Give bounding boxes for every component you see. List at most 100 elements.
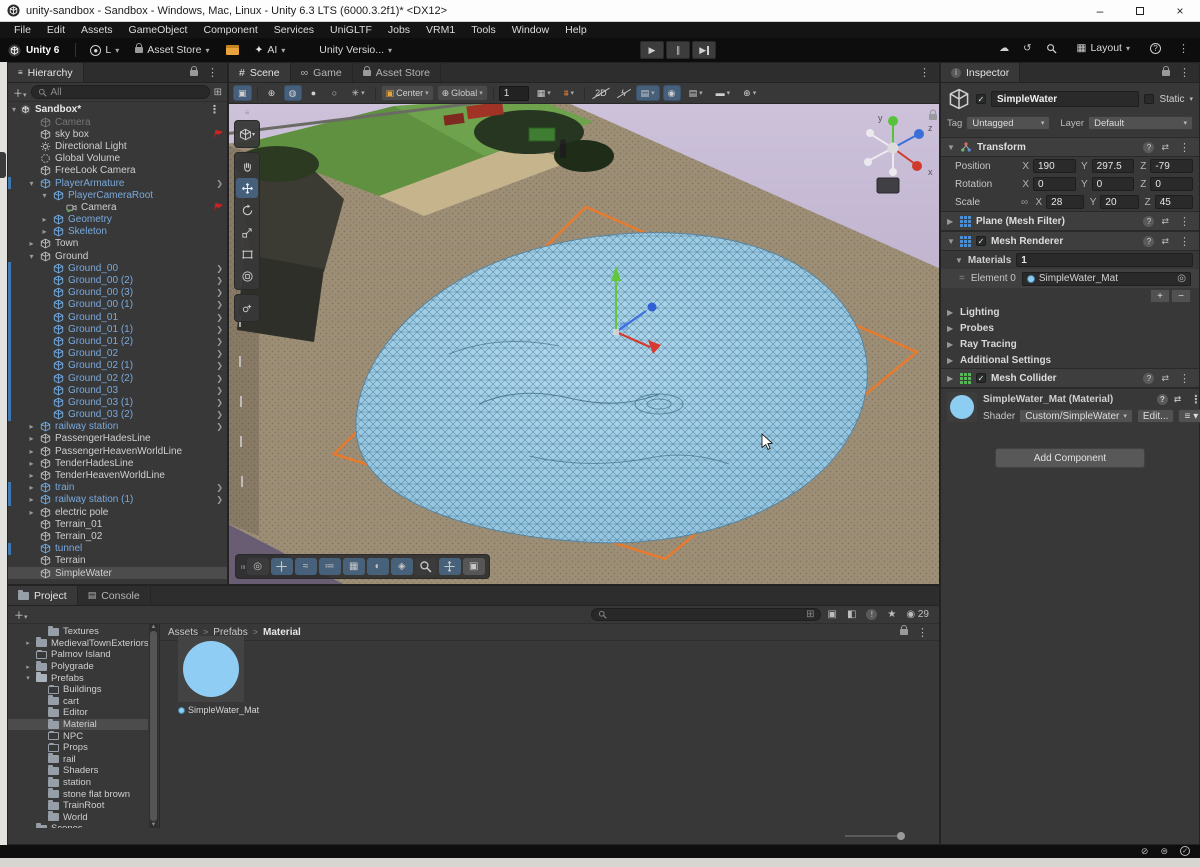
hierarchy-item-camera[interactable]: Camera [8,201,227,213]
remove-material-button[interactable]: − [1171,289,1191,303]
foldout-closed-icon[interactable]: ▸ [40,227,49,236]
inspector-lock-icon[interactable] [1162,70,1170,76]
layout-dropdown[interactable]: ▦ Layout▾ [1071,40,1136,56]
menu-window[interactable]: Window [504,24,557,36]
camera-settings-dropdown[interactable]: ▬▾ [711,85,736,101]
breadcrumb-material[interactable]: Material [263,627,301,638]
toolbar-kebab-icon[interactable]: ⋮ [1175,42,1192,55]
foldout-open-icon[interactable]: ▾ [40,191,49,200]
hierarchy-item-ground-01[interactable]: Ground_01❯ [8,311,227,323]
help-icon[interactable]: ? [1157,394,1168,405]
mesh-collider-header[interactable]: ▶ ✓ Mesh Collider ?⇄⋮ [941,368,1199,388]
tab-project[interactable]: Project [8,586,78,605]
foldout-closed-icon[interactable]: ▸ [27,434,36,443]
active-checkbox[interactable]: ✓ [976,94,986,104]
scale-z-field[interactable]: 45 [1155,195,1193,209]
help-icon[interactable]: ? [1143,142,1154,153]
project-folder-props[interactable]: Props [8,742,148,754]
thumbnail-zoom-slider[interactable] [845,832,905,840]
asset-item-simplewater-mat[interactable]: SimpleWater_Mat [178,636,244,715]
material-kebab-icon[interactable]: ⋮ [1187,393,1200,406]
hierarchy-item-ground[interactable]: ▾Ground [8,250,227,262]
shader-list-dropdown[interactable]: ≡▾ [1178,409,1200,423]
mesh-collider-checkbox[interactable]: ✓ [976,373,986,383]
hierarchy-item-electric-pole[interactable]: ▸electric pole [8,506,227,518]
prefab-open-chevron-icon[interactable]: ❯ [216,276,223,285]
project-folder-station[interactable]: station [8,777,148,789]
hierarchy-item-tenderhadesline[interactable]: ▸TenderHadesLine [8,457,227,469]
menu-unigltf[interactable]: UniGLTF [322,24,380,36]
hand-tool[interactable] [236,156,258,176]
static-checkbox[interactable] [1144,94,1154,104]
lock-icon[interactable] [190,70,198,76]
hierarchy-item-terrain-01[interactable]: Terrain_01 [8,518,227,530]
help-icon[interactable]: ? [1143,216,1154,227]
foldout-closed-icon[interactable]: ▸ [27,483,36,492]
hierarchy-item-railway-station[interactable]: ▸railway station❯ [8,421,227,433]
tab-asset-store[interactable]: Asset Store [353,63,441,82]
foldout-open-icon[interactable]: ▾ [27,179,36,188]
link-scale-icon[interactable]: ∞ [1021,197,1028,208]
step-button[interactable]: ▶ [692,41,716,59]
snap-settings-dropdown[interactable]: ⩩▾ [559,85,579,101]
hierarchy-item-passengerheavenworldline[interactable]: ▸PassengerHeavenWorldLine [8,445,227,457]
add-component-button[interactable]: Add Component [995,448,1145,468]
foldout-closed-icon[interactable]: ▸ [27,459,36,468]
shader-dropdown[interactable]: Custom/SimpleWater▾ [1019,409,1133,423]
hierarchy-item-ground-00[interactable]: Ground_00❯ [8,262,227,274]
component-kebab-icon[interactable]: ⋮ [1176,141,1193,154]
toggle-2d-button[interactable]: 2D [590,85,612,101]
console-muted-icon[interactable]: ⊜ [1160,846,1168,857]
scale-tool[interactable] [236,222,258,242]
foldout-closed-icon[interactable]: ▸ [27,239,36,248]
project-kebab-icon[interactable]: ⋮ [914,626,931,639]
project-folder-shaders[interactable]: Shaders [8,765,148,777]
scene-visibility-toggle[interactable]: ◉ [663,85,681,101]
orientation-dropdown[interactable]: ⊕Global▾ [437,85,488,101]
rotation-y-field[interactable]: 0 [1092,177,1135,191]
ray-tracing-foldout[interactable]: ▶Ray Tracing [941,336,1199,352]
hierarchy-item-ground-00-3-[interactable]: Ground_00 (3)❯ [8,287,227,299]
menu-jobs[interactable]: Jobs [380,24,418,36]
layer-dropdown[interactable]: Default▾ [1088,116,1193,130]
transform-tool[interactable] [236,266,258,286]
hierarchy-item-skeleton[interactable]: ▸Skeleton [8,226,227,238]
pause-button[interactable]: ∥ [666,41,690,59]
static-dropdown-icon[interactable]: ▾ [1189,95,1193,103]
prefab-open-chevron-icon[interactable]: ❯ [216,349,223,358]
tab-game[interactable]: ∞ Game [291,63,353,82]
project-folder-stone-flat-brown[interactable]: stone flat brown [8,788,148,800]
foldout-closed-icon[interactable]: ▶ [947,217,955,226]
scene-view-kebab-icon[interactable]: ⋮ [916,66,933,79]
prefab-open-chevron-icon[interactable]: ❯ [216,374,223,383]
project-folder-scenes[interactable]: Scenes [8,823,148,828]
help-icon[interactable]: ? [1143,236,1154,247]
add-material-button[interactable]: + [1150,289,1170,303]
foldout-closed-icon[interactable]: ▸ [27,495,36,504]
preset-icon[interactable]: ⇄ [1174,394,1182,405]
account-dropdown[interactable]: ● L▾ [84,42,125,58]
cloud-icon[interactable]: ☁ [999,43,1009,54]
draw-mode-solid-icon[interactable]: ● [305,85,323,101]
material-element-row[interactable]: = Element 0 SimpleWater_Mat ◎ [941,269,1199,288]
hierarchy-item-sky-box[interactable]: sky box [8,128,227,140]
asset-store-dropdown[interactable]: Asset Store▾ [129,42,215,58]
project-folder-palmov-island[interactable]: Palmov Island [8,649,148,661]
move-tool[interactable] [236,178,258,198]
stamp-terrain-icon[interactable]: ▦ [343,558,365,575]
position-x-field[interactable]: 190 [1033,159,1076,173]
compass-tool-icon[interactable]: ◎ [247,558,269,575]
materials-row[interactable]: ▼ Materials 1 [941,251,1199,269]
object-name-field[interactable]: SimpleWater [991,91,1139,107]
hierarchy-item-ground-02-2-[interactable]: Ground_02 (2)❯ [8,372,227,384]
foldout-closed-icon[interactable]: ▸ [27,447,36,456]
gizmos-dropdown[interactable]: ⊕▾ [738,85,761,101]
status-ok-icon[interactable]: ✓ [1180,846,1190,856]
pivot-dropdown[interactable]: ▣Center▾ [381,85,434,101]
menu-assets[interactable]: Assets [73,24,121,36]
materials-foldout-icon[interactable]: ▼ [955,256,963,265]
menu-file[interactable]: File [6,24,39,36]
probes-foldout[interactable]: ▶Probes [941,320,1199,336]
object-picker-icon[interactable]: ◎ [1177,273,1186,284]
hierarchy-item-playerarmature[interactable]: ▾PlayerArmature❯ [8,177,227,189]
